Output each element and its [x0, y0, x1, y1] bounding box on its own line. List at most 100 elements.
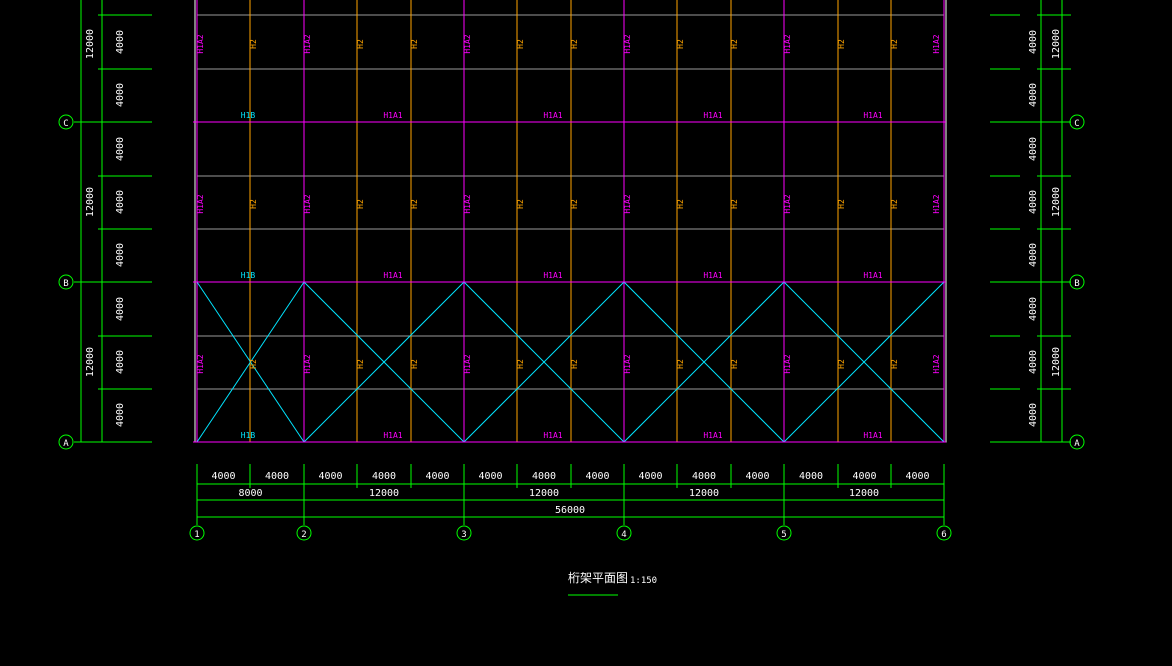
label-h1a2: H1A2: [463, 34, 472, 53]
dim-text-row-sub: 4000: [115, 137, 126, 161]
dim-text-row-bay: 12000: [85, 187, 96, 217]
label-h1a1: H1A1: [543, 111, 562, 120]
label-h2: H2: [837, 39, 846, 49]
truss-lines: [196, 0, 945, 442]
label-h1a2: H1A2: [196, 34, 205, 53]
label-h2: H2: [730, 39, 739, 49]
label-h2: H2: [410, 39, 419, 49]
label-h2: H2: [410, 199, 419, 209]
label-h2: H2: [890, 359, 899, 369]
axis-label-row: A: [1074, 439, 1080, 449]
dim-text-row-sub: 4000: [1028, 137, 1039, 161]
dimension-lines: 4000 4000 4000 4000 4000 4000 4000 4000 4000 4000…: [74, 0, 1071, 525]
dim-text-sub: 4000: [585, 471, 609, 482]
label-h2: H2: [676, 39, 685, 49]
dim-text-bay: 8000: [238, 488, 262, 499]
label-h2: H2: [570, 359, 579, 369]
axis-label-row: A: [63, 439, 69, 449]
label-h2: H2: [890, 199, 899, 209]
label-h1a2: H1A2: [623, 194, 632, 213]
label-h1a2: H1A2: [196, 354, 205, 373]
label-h1a1: H1A1: [383, 431, 402, 440]
dim-text-row-sub: 4000: [1028, 350, 1039, 374]
label-h1a1: H1A1: [863, 111, 882, 120]
label-h2: H2: [570, 199, 579, 209]
label-h1a1: H1A1: [703, 111, 722, 120]
label-h2: H2: [516, 39, 525, 49]
dim-text-sub: 4000: [532, 471, 556, 482]
dim-text-row-sub: 4000: [115, 83, 126, 107]
dim-text-row-sub: 4000: [115, 243, 126, 267]
truss-plan-drawing: H1A2 H2 H1A2 H2 H2 H1A2 H2 H2 H1A2 H2 H2 H1A2 H2 H2 H1…: [58, 0, 1085, 596]
label-h1b: H1B: [241, 111, 256, 120]
dim-text-row-bay: 12000: [85, 347, 96, 377]
dim-text-row-sub: 4000: [115, 350, 126, 374]
label-h2: H2: [676, 199, 685, 209]
dim-text-row-sub: 4000: [1028, 190, 1039, 214]
dim-text-total: 56000: [555, 505, 585, 516]
axis-label-col: 4: [621, 530, 626, 540]
dim-text-row-sub: 4000: [115, 403, 126, 427]
dim-text-row-sub: 4000: [115, 30, 126, 54]
label-h1a2: H1A2: [623, 354, 632, 373]
dim-text-bay: 12000: [529, 488, 559, 499]
label-h2: H2: [570, 39, 579, 49]
dim-text-sub: 4000: [799, 471, 823, 482]
dim-text-sub: 4000: [372, 471, 396, 482]
dim-text-row-sub: 4000: [1028, 297, 1039, 321]
label-h1b: H1B: [241, 431, 256, 440]
dim-text-sub: 4000: [638, 471, 662, 482]
label-h1a1: H1A1: [543, 271, 562, 280]
label-h2: H2: [249, 359, 258, 369]
axis-label-col: 6: [941, 530, 946, 540]
dim-text-sub: 4000: [852, 471, 876, 482]
axis-label-col: 2: [301, 530, 306, 540]
dim-text-row-bay: 12000: [1051, 187, 1062, 217]
axis-label-row: C: [63, 119, 68, 129]
label-h2: H2: [676, 359, 685, 369]
label-h1a2: H1A2: [623, 34, 632, 53]
dim-text-row-sub: 4000: [1028, 243, 1039, 267]
label-h2: H2: [249, 39, 258, 49]
label-h1a2: H1A2: [303, 354, 312, 373]
main-beams: [193, 0, 947, 443]
label-h1a2: H1A2: [783, 354, 792, 373]
dim-text-sub: 4000: [265, 471, 289, 482]
dim-text-row-sub: 4000: [115, 190, 126, 214]
label-h2: H2: [410, 359, 419, 369]
dim-text-sub: 4000: [692, 471, 716, 482]
axis-label-row: C: [1074, 119, 1079, 129]
label-h2: H2: [890, 39, 899, 49]
drawing-title-block: 桁架平面图 1:150: [568, 571, 657, 596]
drawing-scale: 1:150: [630, 576, 657, 586]
label-h1a1: H1A1: [863, 271, 882, 280]
dim-text-bay: 12000: [369, 488, 399, 499]
axis-label-row: B: [63, 279, 68, 289]
label-h1a2: H1A2: [932, 354, 941, 373]
label-h1a2: H1A2: [463, 354, 472, 373]
axis-label-col: 5: [781, 530, 786, 540]
dim-text-sub: 4000: [425, 471, 449, 482]
label-h2: H2: [356, 359, 365, 369]
label-h1a1: H1A1: [543, 431, 562, 440]
label-h1a1: H1A1: [383, 111, 402, 120]
dim-text-sub: 4000: [318, 471, 342, 482]
dim-text-bay: 12000: [689, 488, 719, 499]
dim-text-sub: 4000: [211, 471, 235, 482]
axis-label-col: 3: [461, 530, 466, 540]
label-h2: H2: [356, 39, 365, 49]
label-h2: H2: [516, 199, 525, 209]
label-h2: H2: [730, 199, 739, 209]
dim-text-row-bay: 12000: [1051, 347, 1062, 377]
axis-label-row: B: [1074, 279, 1079, 289]
label-h1a2: H1A2: [303, 194, 312, 213]
label-h2: H2: [730, 359, 739, 369]
label-h1a1: H1A1: [703, 271, 722, 280]
label-h1a2: H1A2: [303, 34, 312, 53]
label-h2: H2: [356, 199, 365, 209]
axis-label-col: 1: [194, 530, 199, 540]
dim-text-sub: 4000: [745, 471, 769, 482]
dim-text-sub: 4000: [478, 471, 502, 482]
label-h1a1: H1A1: [703, 431, 722, 440]
dim-text-row-bay: 12000: [85, 29, 96, 59]
